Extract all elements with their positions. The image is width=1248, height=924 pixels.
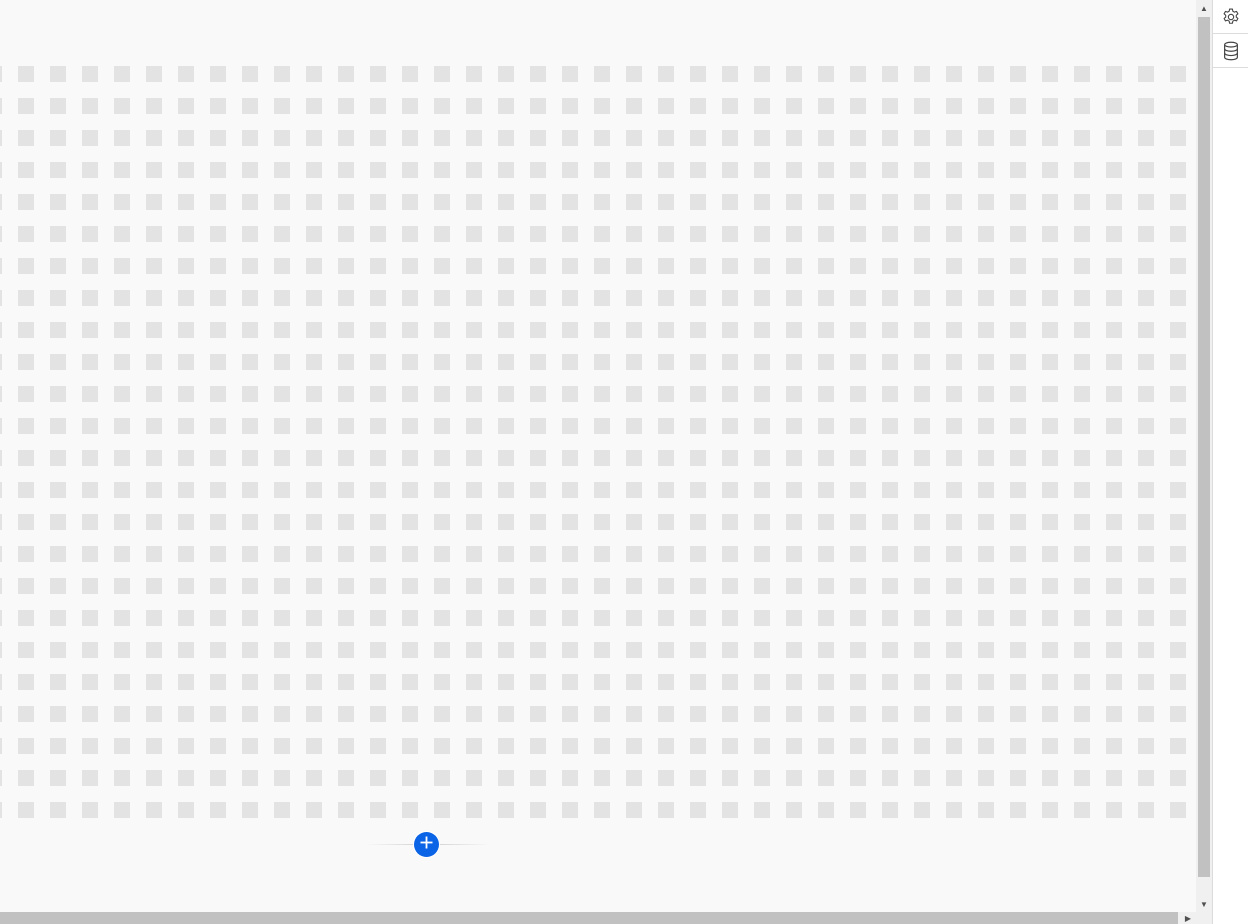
canvas[interactable] [0,0,1196,912]
app-window: ▲ ▼ ▶ [0,0,1248,924]
triangle-down-icon[interactable]: ▼ [1196,896,1212,912]
triangle-right-icon[interactable]: ▶ [1182,912,1194,924]
horizontal-scroll-thumb[interactable] [0,912,1178,924]
scrollbar-corner [1196,912,1212,924]
settings-button[interactable] [1213,0,1248,34]
database-button[interactable] [1213,34,1248,68]
add-row-zone [366,832,490,858]
vertical-scrollbar[interactable]: ▲ ▼ [1196,0,1212,912]
vertical-scroll-thumb[interactable] [1198,17,1210,877]
plus-icon [420,836,433,854]
side-toolbar [1212,0,1248,924]
database-icon [1222,41,1240,61]
horizontal-scrollbar[interactable]: ▶ [0,912,1196,924]
triangle-up-icon[interactable]: ▲ [1196,0,1212,16]
gear-icon [1221,7,1241,27]
add-row-button[interactable] [414,832,439,857]
dot-grid [0,66,1188,818]
